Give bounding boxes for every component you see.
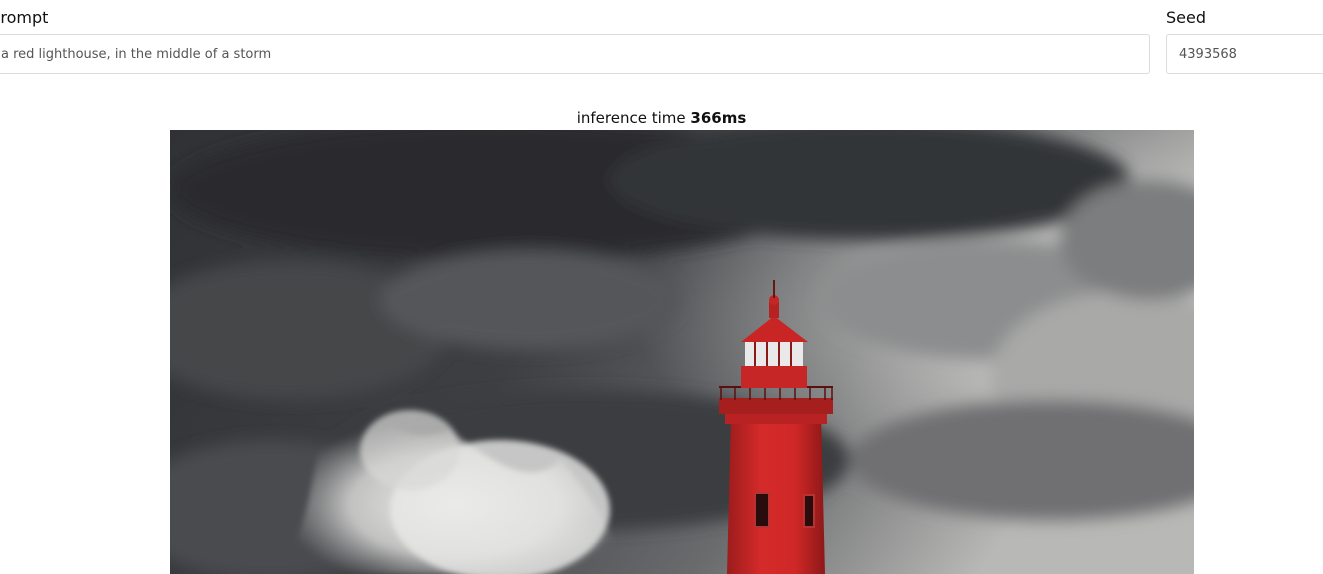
seed-label: Seed [1166,8,1206,27]
prompt-label: Prompt [0,8,49,27]
inference-time-value: 366ms [690,109,747,127]
prompt-input[interactable] [0,34,1150,74]
generator-page: Prompt Seed inference time 366ms [0,0,1323,574]
seed-input[interactable] [1166,34,1323,74]
lighthouse-storm-image [170,130,1194,574]
inference-time-label: inference time [576,109,686,127]
inference-time: inference time 366ms [0,108,1323,128]
generated-image [170,130,1194,574]
